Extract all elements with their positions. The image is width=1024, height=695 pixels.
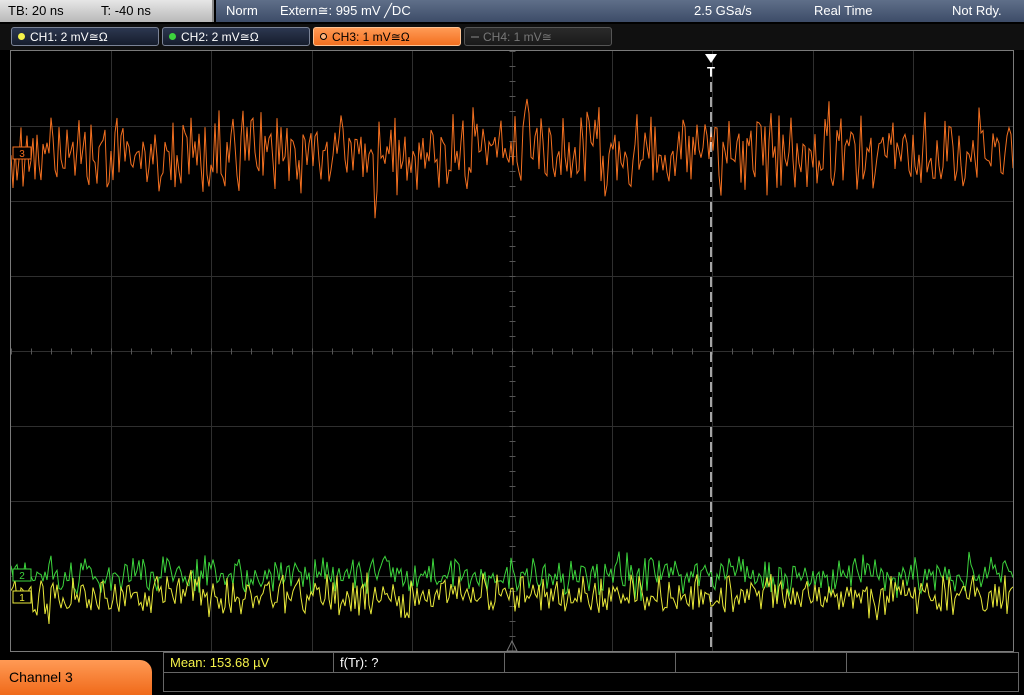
channel-bar: CH1: 2 mV≅Ω CH2: 2 mV≅Ω CH3: 1 mV≅Ω CH4:… xyxy=(0,24,1024,50)
ch2-label: CH2: 2 mV≅Ω xyxy=(181,30,259,44)
channel-menu-label: Channel 3 xyxy=(9,669,73,685)
ch2-button[interactable]: CH2: 2 mV≅Ω xyxy=(162,27,310,46)
ch3-label: CH3: 1 mV≅Ω xyxy=(332,30,410,44)
measurement-table[interactable]: Mean: 153.68 µV f(Tr): ? xyxy=(163,652,1019,692)
acquisition-mode[interactable]: Real Time xyxy=(814,0,873,22)
ftr-measurement[interactable]: f(Tr): ? xyxy=(334,653,505,672)
graticule: T 3 2 1 xyxy=(11,51,1013,651)
trigger-mode[interactable]: Norm xyxy=(226,0,258,22)
acquisition-panel[interactable]: Norm Extern≅: 995 mV ╱DC 2.5 GSa/s Real … xyxy=(216,0,1024,22)
mean-measurement[interactable]: Mean: 153.68 µV xyxy=(164,653,334,672)
measurement-row-2 xyxy=(164,672,1018,692)
measurement-slot-4[interactable] xyxy=(676,653,847,672)
ch2-marker-label: 2 xyxy=(19,571,25,582)
waveform-display[interactable]: T 3 2 1 xyxy=(10,50,1014,652)
trigger-marker: T xyxy=(707,64,715,79)
ch1-label: CH1: 2 mV≅Ω xyxy=(30,30,108,44)
ch3-color-icon xyxy=(320,33,327,40)
measurement-slot-5[interactable] xyxy=(847,653,1018,672)
channel-menu-tab[interactable]: Channel 3 xyxy=(0,660,152,695)
trigger-source[interactable]: Extern≅: 995 mV ╱DC xyxy=(280,0,411,22)
timebase-panel[interactable]: TB: 20 ns T: -40 ns xyxy=(0,0,214,22)
sample-rate[interactable]: 2.5 GSa/s xyxy=(694,0,752,22)
ch4-label: CH4: 1 mV≅ xyxy=(483,30,552,44)
trigger-status: Not Rdy. xyxy=(952,3,1002,18)
ch1-color-icon xyxy=(18,33,25,40)
ch3-button[interactable]: CH3: 1 mV≅Ω xyxy=(313,27,461,46)
ch2-color-icon xyxy=(169,33,176,40)
measurement-slot-3[interactable] xyxy=(505,653,676,672)
ch1-marker-label: 1 xyxy=(19,593,25,604)
bottom-panel: Channel 3 Mean: 153.68 µV f(Tr): ? xyxy=(0,652,1024,695)
trigger-arrow-icon xyxy=(705,54,717,63)
ch1-button[interactable]: CH1: 2 mV≅Ω xyxy=(11,27,159,46)
timebase-value[interactable]: TB: 20 ns xyxy=(8,0,64,22)
trigger-time-value[interactable]: T: -40 ns xyxy=(101,0,151,22)
ch4-button[interactable]: CH4: 1 mV≅ xyxy=(464,27,612,46)
status-bar: TB: 20 ns T: -40 ns Norm Extern≅: 995 mV… xyxy=(0,0,1024,24)
ch4-off-icon xyxy=(471,36,479,38)
ch3-marker-label: 3 xyxy=(19,149,25,160)
